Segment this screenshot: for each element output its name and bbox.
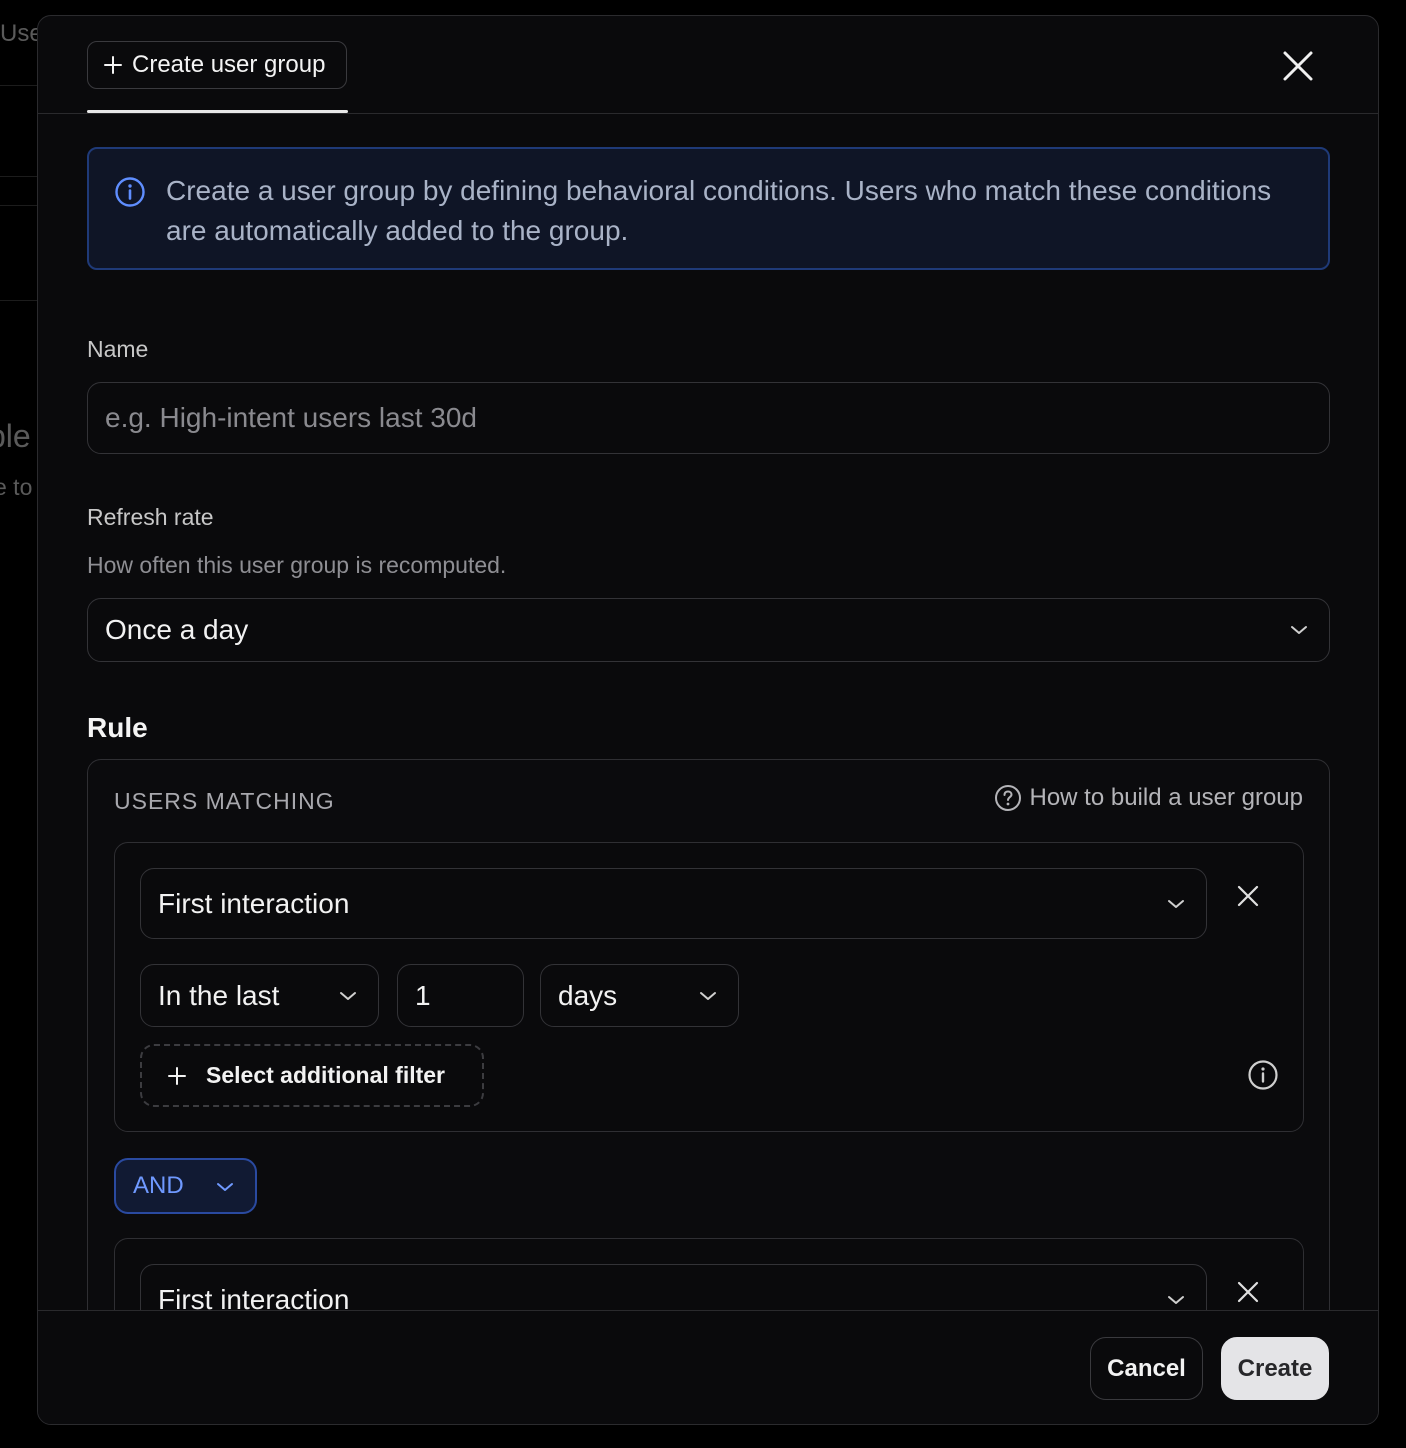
plus-icon [104,56,122,74]
time-operator-select[interactable]: In the last [140,964,379,1027]
tab-label: Create user group [132,51,326,78]
how-to-build-label: How to build a user group [1029,784,1304,811]
background-divider [0,176,38,177]
modal-footer: Cancel Create [38,1310,1378,1424]
create-user-group-modal: Create user group Create a user group by… [37,15,1379,1425]
refresh-rate-help: How often this user group is recomputed. [87,552,507,578]
chevron-down-icon [1168,899,1184,908]
how-to-build-link[interactable]: How to build a user group [994,784,1304,812]
chevron-down-icon [1168,1295,1184,1304]
refresh-rate-value: Once a day [105,614,249,645]
chevron-down-icon [700,991,716,1000]
name-input[interactable] [105,383,1329,453]
chevron-down-icon [1291,626,1307,634]
tab-create-user-group[interactable]: Create user group [87,41,347,89]
time-operator-value: In the last [158,979,280,1011]
condition-card: First interaction In the last 1 days Sel… [114,842,1304,1132]
active-tab-indicator [87,110,348,113]
plus-icon [168,1066,186,1085]
remove-condition-icon[interactable] [1235,883,1261,909]
name-label: Name [87,336,149,362]
question-circle-icon [994,785,1021,811]
event-value: First interaction [158,887,350,919]
combinator-value: AND [133,1172,184,1199]
amount-input[interactable]: 1 [397,964,524,1027]
info-text: Create a user group by defining behavior… [166,175,1272,246]
chevron-down-icon [340,991,356,1000]
cancel-button[interactable]: Cancel [1090,1337,1203,1400]
rule-title: Rule [87,712,148,743]
unit-select[interactable]: days [540,964,739,1027]
combinator-select[interactable]: AND [114,1158,257,1214]
modal-header: Create user group [38,16,1378,114]
name-field[interactable] [87,382,1330,454]
refresh-rate-select[interactable]: Once a day [87,598,1330,662]
info-banner: Create a user group by defining behavior… [87,147,1330,270]
info-icon [115,177,145,207]
chevron-down-icon [217,1183,233,1191]
add-filter-button[interactable]: Select additional filter [140,1044,484,1107]
add-filter-label: Select additional filter [206,1062,445,1088]
background-divider [0,205,38,206]
close-icon[interactable] [1280,48,1316,84]
create-button[interactable]: Create [1221,1337,1329,1400]
background-divider [0,300,38,301]
amount-value: 1 [415,979,431,1011]
background-divider [0,85,38,86]
event-select[interactable]: First interaction [140,868,1207,939]
unit-value: days [558,979,618,1011]
remove-condition-icon[interactable] [1235,1279,1261,1305]
info-icon[interactable] [1247,1059,1279,1091]
background-fragment: e to [0,474,33,500]
users-matching-label: USERS MATCHING [114,788,335,814]
background-fragment: ble [0,418,31,454]
refresh-rate-label: Refresh rate [87,504,214,530]
